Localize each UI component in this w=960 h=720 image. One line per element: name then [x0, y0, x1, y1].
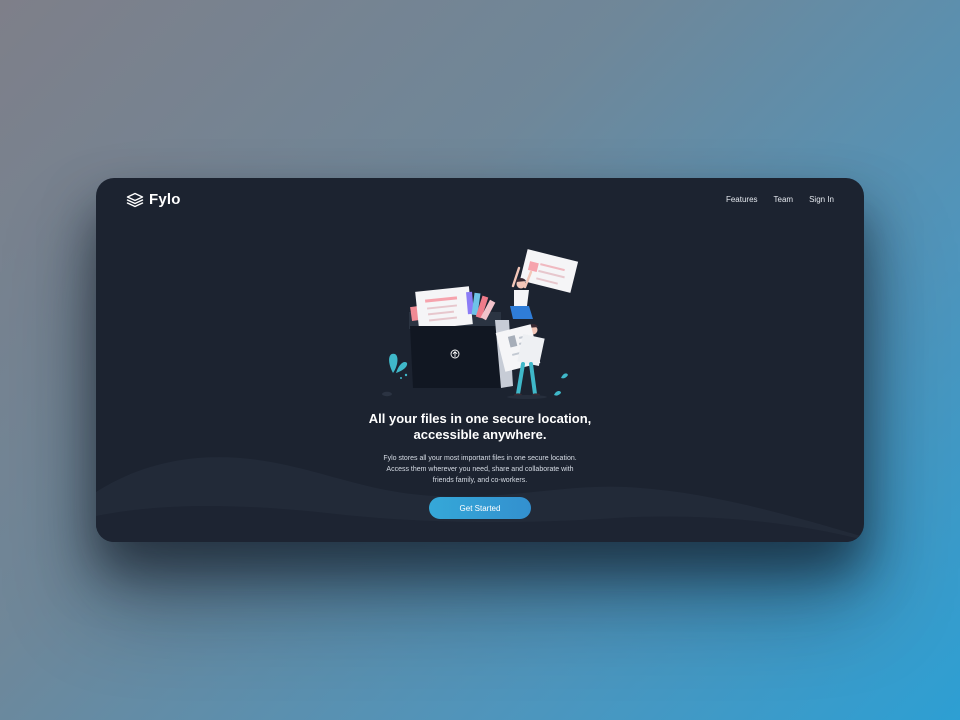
- hero-headline: All your files in one secure location, a…: [330, 411, 630, 443]
- stacked-layers-icon: [126, 192, 144, 207]
- nav-link-sign-in[interactable]: Sign In: [809, 195, 834, 204]
- get-started-button[interactable]: Get Started: [429, 497, 531, 519]
- hero-description-line-3: friends family, and co-workers.: [432, 477, 528, 484]
- plant-icon: [382, 353, 408, 397]
- fylo-landing-card: Fylo Features Team Sign In All your file…: [96, 178, 864, 542]
- background-waves: [96, 457, 864, 542]
- nav-link-features[interactable]: Features: [726, 195, 758, 204]
- hero-headline-line-2: accessible anywhere.: [413, 427, 547, 442]
- people-with-files-folder-illustration: [382, 249, 579, 399]
- main-nav: Features Team Sign In: [726, 195, 834, 204]
- brand-name: Fylo: [149, 191, 181, 208]
- hero-headline-line-1: All your files in one secure location,: [368, 411, 592, 426]
- hero-description-line-2: Access them wherever you need, share and…: [386, 466, 574, 473]
- hero-description: Fylo stores all your most important file…: [355, 453, 605, 486]
- brand-logo[interactable]: Fylo: [126, 191, 181, 208]
- hero-description-line-1: Fylo stores all your most important file…: [383, 455, 577, 462]
- nav-link-team[interactable]: Team: [774, 195, 794, 204]
